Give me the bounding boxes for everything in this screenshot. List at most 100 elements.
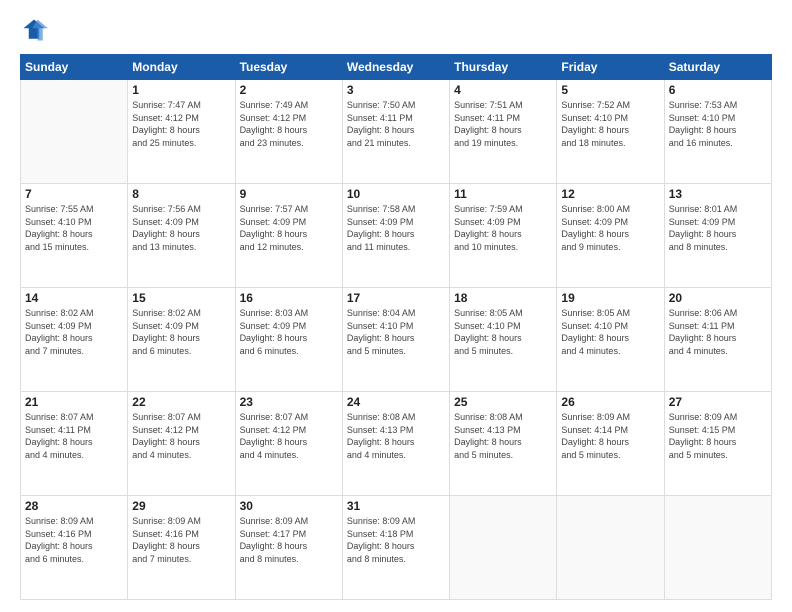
day-number: 1: [132, 83, 230, 97]
day-info: Sunrise: 7:51 AMSunset: 4:11 PMDaylight:…: [454, 99, 552, 149]
day-number: 15: [132, 291, 230, 305]
calendar-cell: 30 Sunrise: 8:09 AMSunset: 4:17 PMDayligh…: [235, 496, 342, 600]
day-number: 6: [669, 83, 767, 97]
calendar-header-row: Sunday Monday Tuesday Wednesday Thursday…: [21, 55, 772, 80]
calendar-cell: 20 Sunrise: 8:06 AMSunset: 4:11 PMDayligh…: [664, 288, 771, 392]
calendar-cell: 23Sunrise: 8:07 AMSunset: 4:12 PMDayligh…: [235, 392, 342, 496]
day-number: 12: [561, 187, 659, 201]
day-number: 18: [454, 291, 552, 305]
calendar-cell: 16 Sunrise: 8:03 AMSunset: 4:09 PMDayligh…: [235, 288, 342, 392]
day-number: 7: [25, 187, 123, 201]
day-info: Sunrise: 8:09 AMSunset: 4:16 PMDaylight:…: [132, 515, 230, 565]
day-info: Sunrise: 7:58 AMSunset: 4:09 PMDaylight:…: [347, 203, 445, 253]
calendar-cell: 3 Sunrise: 7:50 AMSunset: 4:11 PMDaylight…: [342, 80, 449, 184]
calendar-cell: 24Sunrise: 8:08 AMSunset: 4:13 PMDayligh…: [342, 392, 449, 496]
day-number: 25: [454, 395, 552, 409]
day-info: Sunrise: 7:55 AMSunset: 4:10 PMDaylight:…: [25, 203, 123, 253]
day-info: Sunrise: 8:02 AMSunset: 4:09 PMDaylight:…: [132, 307, 230, 357]
calendar-cell: [664, 496, 771, 600]
day-info: Sunrise: 8:08 AMSunset: 4:13 PMDaylight:…: [454, 411, 552, 461]
page: Sunday Monday Tuesday Wednesday Thursday…: [0, 0, 792, 612]
day-info: Sunrise: 8:04 AMSunset: 4:10 PMDaylight:…: [347, 307, 445, 357]
day-info: Sunrise: 7:59 AMSunset: 4:09 PMDaylight:…: [454, 203, 552, 253]
header-monday: Monday: [128, 55, 235, 80]
calendar-cell: 10 Sunrise: 7:58 AMSunset: 4:09 PMDayligh…: [342, 184, 449, 288]
day-number: 30: [240, 499, 338, 513]
calendar-cell: 2 Sunrise: 7:49 AMSunset: 4:12 PMDaylight…: [235, 80, 342, 184]
day-number: 3: [347, 83, 445, 97]
day-number: 28: [25, 499, 123, 513]
calendar-cell: [557, 496, 664, 600]
day-number: 31: [347, 499, 445, 513]
day-number: 27: [669, 395, 767, 409]
calendar-cell: 14Sunrise: 8:02 AMSunset: 4:09 PMDayligh…: [21, 288, 128, 392]
day-number: 4: [454, 83, 552, 97]
calendar-cell: [450, 496, 557, 600]
calendar-cell: 28 Sunrise: 8:09 AMSunset: 4:16 PMDayligh…: [21, 496, 128, 600]
day-info: Sunrise: 8:09 AMSunset: 4:14 PMDaylight:…: [561, 411, 659, 461]
calendar-week-row: 1 Sunrise: 7:47 AMSunset: 4:12 PMDaylight…: [21, 80, 772, 184]
calendar-week-row: 28 Sunrise: 8:09 AMSunset: 4:16 PMDayligh…: [21, 496, 772, 600]
calendar-cell: 4 Sunrise: 7:51 AMSunset: 4:11 PMDaylight…: [450, 80, 557, 184]
header-saturday: Saturday: [664, 55, 771, 80]
day-number: 10: [347, 187, 445, 201]
day-info: Sunrise: 8:09 AMSunset: 4:18 PMDaylight:…: [347, 515, 445, 565]
day-number: 8: [132, 187, 230, 201]
day-number: 16: [240, 291, 338, 305]
day-info: Sunrise: 8:07 AMSunset: 4:12 PMDaylight:…: [132, 411, 230, 461]
calendar-week-row: 21 Sunrise: 8:07 AMSunset: 4:11 PMDayligh…: [21, 392, 772, 496]
calendar-cell: 7 Sunrise: 7:55 AMSunset: 4:10 PMDaylight…: [21, 184, 128, 288]
day-number: 22: [132, 395, 230, 409]
day-info: Sunrise: 7:53 AMSunset: 4:10 PMDaylight:…: [669, 99, 767, 149]
calendar-cell: 18 Sunrise: 8:05 AMSunset: 4:10 PMDayligh…: [450, 288, 557, 392]
calendar-cell: 12 Sunrise: 8:00 AMSunset: 4:09 PMDayligh…: [557, 184, 664, 288]
day-info: Sunrise: 7:57 AMSunset: 4:09 PMDaylight:…: [240, 203, 338, 253]
calendar-table: Sunday Monday Tuesday Wednesday Thursday…: [20, 54, 772, 600]
day-info: Sunrise: 8:00 AMSunset: 4:09 PMDaylight:…: [561, 203, 659, 253]
day-number: 13: [669, 187, 767, 201]
header-sunday: Sunday: [21, 55, 128, 80]
calendar-cell: 15 Sunrise: 8:02 AMSunset: 4:09 PMDayligh…: [128, 288, 235, 392]
day-number: 21: [25, 395, 123, 409]
day-info: Sunrise: 8:02 AMSunset: 4:09 PMDaylight:…: [25, 307, 123, 357]
header-tuesday: Tuesday: [235, 55, 342, 80]
calendar-cell: 22 Sunrise: 8:07 AMSunset: 4:12 PMDayligh…: [128, 392, 235, 496]
day-number: 19: [561, 291, 659, 305]
calendar-cell: 27 Sunrise: 8:09 AMSunset: 4:15 PMDayligh…: [664, 392, 771, 496]
calendar-cell: 11Sunrise: 7:59 AMSunset: 4:09 PMDayligh…: [450, 184, 557, 288]
calendar-week-row: 7 Sunrise: 7:55 AMSunset: 4:10 PMDaylight…: [21, 184, 772, 288]
header: [20, 16, 772, 44]
day-info: Sunrise: 7:49 AMSunset: 4:12 PMDaylight:…: [240, 99, 338, 149]
calendar-cell: 13 Sunrise: 8:01 AMSunset: 4:09 PMDayligh…: [664, 184, 771, 288]
day-info: Sunrise: 7:47 AMSunset: 4:12 PMDaylight:…: [132, 99, 230, 149]
day-info: Sunrise: 8:09 AMSunset: 4:16 PMDaylight:…: [25, 515, 123, 565]
day-number: 5: [561, 83, 659, 97]
calendar-cell: 8 Sunrise: 7:56 AMSunset: 4:09 PMDaylight…: [128, 184, 235, 288]
day-info: Sunrise: 8:08 AMSunset: 4:13 PMDaylight:…: [347, 411, 445, 461]
calendar-cell: 21 Sunrise: 8:07 AMSunset: 4:11 PMDayligh…: [21, 392, 128, 496]
calendar-cell: 5 Sunrise: 7:52 AMSunset: 4:10 PMDaylight…: [557, 80, 664, 184]
day-number: 9: [240, 187, 338, 201]
day-info: Sunrise: 8:03 AMSunset: 4:09 PMDaylight:…: [240, 307, 338, 357]
day-info: Sunrise: 8:07 AMSunset: 4:11 PMDaylight:…: [25, 411, 123, 461]
day-info: Sunrise: 8:05 AMSunset: 4:10 PMDaylight:…: [454, 307, 552, 357]
day-info: Sunrise: 7:56 AMSunset: 4:09 PMDaylight:…: [132, 203, 230, 253]
day-info: Sunrise: 7:50 AMSunset: 4:11 PMDaylight:…: [347, 99, 445, 149]
calendar-cell: 31 Sunrise: 8:09 AMSunset: 4:18 PMDayligh…: [342, 496, 449, 600]
day-info: Sunrise: 8:01 AMSunset: 4:09 PMDaylight:…: [669, 203, 767, 253]
calendar-cell: [21, 80, 128, 184]
logo-icon: [20, 16, 48, 44]
day-info: Sunrise: 8:09 AMSunset: 4:15 PMDaylight:…: [669, 411, 767, 461]
calendar-cell: 17Sunrise: 8:04 AMSunset: 4:10 PMDayligh…: [342, 288, 449, 392]
calendar-cell: 9 Sunrise: 7:57 AMSunset: 4:09 PMDaylight…: [235, 184, 342, 288]
day-number: 20: [669, 291, 767, 305]
calendar-cell: 6 Sunrise: 7:53 AMSunset: 4:10 PMDaylight…: [664, 80, 771, 184]
day-number: 29: [132, 499, 230, 513]
day-number: 2: [240, 83, 338, 97]
calendar-cell: 29 Sunrise: 8:09 AMSunset: 4:16 PMDayligh…: [128, 496, 235, 600]
day-number: 23: [240, 395, 338, 409]
day-info: Sunrise: 7:52 AMSunset: 4:10 PMDaylight:…: [561, 99, 659, 149]
calendar-cell: 26Sunrise: 8:09 AMSunset: 4:14 PMDayligh…: [557, 392, 664, 496]
day-info: Sunrise: 8:09 AMSunset: 4:17 PMDaylight:…: [240, 515, 338, 565]
day-info: Sunrise: 8:06 AMSunset: 4:11 PMDaylight:…: [669, 307, 767, 357]
